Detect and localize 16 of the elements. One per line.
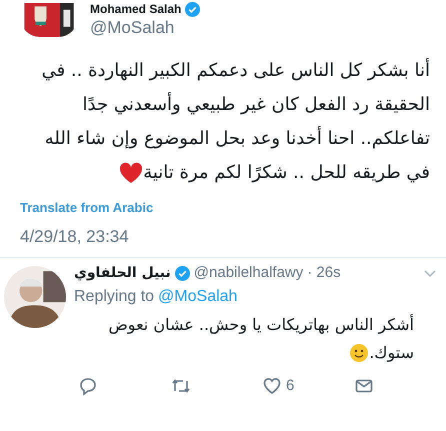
- reply-author-handle: @nabilelhalfawy: [194, 263, 304, 284]
- reply-time: · 26s: [307, 263, 341, 284]
- tweet-text: أنا بشكر كل الناس على دعمكم الكبير النهاردة .. في الحقيقة رد الفعل كان غير طبيعي وأسعدني جدًا تفاعلكم.. احنا أخدنا وعد بحل الموضوع وإن شاء الله في طريقه للحل .. شكرًا لكم مرة تانية: [40, 57, 431, 186]
- smiley-icon: [349, 343, 370, 364]
- like-count: 6: [286, 376, 294, 396]
- reply-text: أشكر الناس بهاتريكات يا وحش.. عشان نعوض ستوك.: [107, 313, 414, 366]
- reply-author-name: نبيل الحلفاوي: [74, 264, 171, 283]
- timestamp: 4/29/18, 23:34: [19, 226, 130, 248]
- mention-link[interactable]: @MoSalah: [158, 284, 238, 309]
- reply-icon[interactable]: [78, 376, 98, 396]
- author-handle: @MoSalah: [90, 17, 176, 38]
- replying-label: Replying to: [74, 286, 154, 307]
- translate-link[interactable]: Translate from Arabic: [0, 198, 446, 218]
- heart-emoji-icon: [119, 162, 144, 184]
- author-name: Mohamed Salah: [90, 2, 182, 17]
- heart-icon[interactable]: [262, 376, 282, 396]
